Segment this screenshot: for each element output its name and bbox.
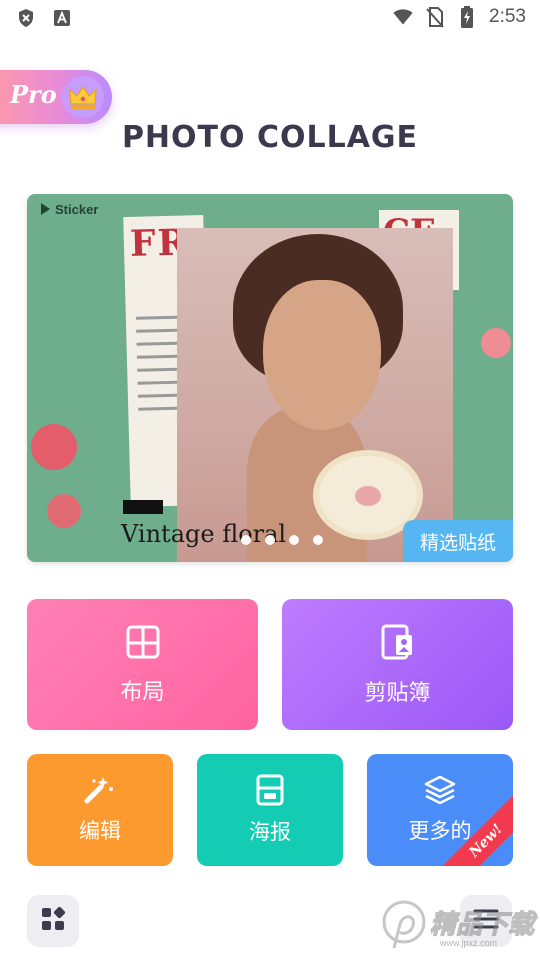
- app-title: PHOTO COLLAGE: [121, 120, 419, 155]
- watermark-text: 精品下载: [429, 909, 535, 940]
- poster-label: 海报: [249, 820, 291, 844]
- pro-badge-button[interactable]: Pro: [0, 70, 112, 124]
- layers-icon: [424, 775, 456, 809]
- flower-decoration: [31, 424, 77, 470]
- poster-button[interactable]: 海报: [197, 754, 343, 866]
- wifi-icon: [393, 7, 413, 27]
- layout-label: 布局: [120, 679, 165, 705]
- sticker-label: Sticker: [41, 202, 98, 217]
- scrapbook-label: 剪贴簿: [364, 680, 431, 706]
- status-bar: 2:53: [0, 0, 540, 36]
- apps-button[interactable]: [27, 895, 79, 947]
- pro-label: Pro: [10, 80, 57, 109]
- carousel-dot[interactable]: [241, 535, 251, 545]
- carousel-dot[interactable]: [313, 535, 323, 545]
- watermark-url: www.jpxz.com: [440, 938, 498, 948]
- featured-stickers-tag[interactable]: 精选贴纸: [403, 520, 513, 562]
- flower-decoration: [47, 494, 81, 528]
- banner-photo: [177, 228, 453, 562]
- watermark: 精品下载 www.jpxz.com: [380, 898, 540, 956]
- edit-button[interactable]: 编辑: [27, 754, 173, 866]
- decorative-bar: [123, 500, 163, 514]
- magic-wand-icon: [83, 775, 117, 809]
- more-label: 更多的: [408, 819, 472, 843]
- carousel-indicator: [241, 535, 323, 545]
- carousel-dot[interactable]: [289, 535, 299, 545]
- more-button[interactable]: 更多的 New!: [367, 754, 513, 866]
- edit-label: 编辑: [79, 819, 121, 843]
- no-sim-icon: [425, 7, 445, 28]
- layout-button[interactable]: 布局: [27, 599, 258, 730]
- scrapbook-icon: [380, 623, 416, 665]
- font-a-icon: [52, 8, 72, 28]
- shield-icon: [16, 8, 36, 28]
- crown-icon: [62, 76, 104, 118]
- featured-banner[interactable]: Sticker FR CE Vintage floral 精选贴纸: [27, 194, 513, 562]
- apps-icon: [40, 906, 66, 936]
- flower-decoration: [481, 328, 511, 358]
- layout-grid-icon: [125, 624, 161, 664]
- status-time: 2:53: [489, 6, 526, 27]
- scrapbook-button[interactable]: 剪贴簿: [282, 599, 513, 730]
- poster-icon: [256, 774, 284, 810]
- battery-charging-icon: [457, 6, 477, 28]
- carousel-dot[interactable]: [265, 535, 275, 545]
